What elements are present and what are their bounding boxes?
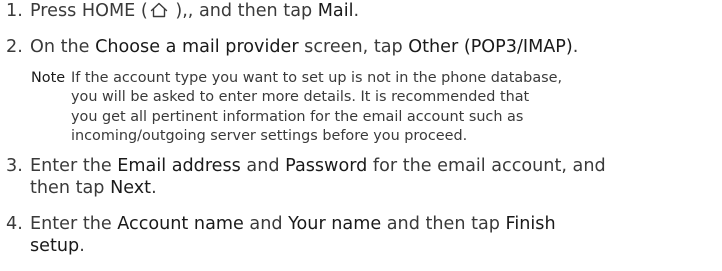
ui-term-account-name: Account name (117, 214, 244, 234)
step-text: for the email account, and (367, 156, 606, 176)
ui-term-setup: setup (30, 236, 80, 256)
step-number: 2. (6, 37, 23, 57)
step-number: 1. (6, 1, 23, 21)
step-text: . (79, 236, 85, 256)
ui-term-next: Next (110, 178, 152, 198)
ui-term-password: Password (285, 156, 368, 176)
step-text: Enter the (30, 214, 118, 234)
step-4: 4. Enter the Account name and Your name a… (6, 213, 716, 257)
step-3: 3. Enter the Email address and Password f… (6, 155, 716, 199)
step-text: and then tap (381, 214, 506, 234)
step-text: and (243, 214, 289, 234)
step-number: 4. (6, 214, 23, 234)
note-line: incoming/outgoing server settings before… (71, 128, 468, 145)
ui-term-choose-provider: Choose a mail provider (95, 37, 299, 57)
ui-term-your-name: Your name (288, 214, 382, 234)
note-line: you get all pertinent information for th… (71, 108, 524, 125)
step-continuation: then tap Next. (6, 177, 716, 199)
note-line: If the account type you want to set up i… (71, 70, 563, 86)
note-line: you will be asked to enter more details.… (71, 89, 530, 106)
instructions-document: 1. Press HOME ( ),, and then tap Mail. 2.… (0, 0, 722, 271)
step-text: screen, tap (298, 37, 409, 57)
step-text: On the (30, 37, 96, 57)
step-text: , and then tap (187, 1, 318, 21)
step-text: then tap (30, 178, 111, 198)
step-continuation: setup. (6, 235, 716, 257)
step-1: 1. Press HOME ( ),, and then tap Mail. (6, 0, 716, 22)
ui-term-other-pop3-imap: Other (POP3/IMAP) (408, 37, 573, 57)
step-text: Enter the (30, 156, 118, 176)
ui-term-email-address: Email address (117, 156, 241, 176)
ui-term-mail: Mail (317, 1, 354, 21)
step-text: . (572, 37, 579, 57)
ui-term-finish: Finish (505, 214, 556, 234)
home-icon (150, 2, 168, 18)
step-text: Press HOME ( (30, 1, 148, 21)
step-text: . (151, 178, 157, 198)
step-number: 3. (6, 156, 23, 176)
note-label: Note (31, 70, 66, 86)
step-text: and (240, 156, 286, 176)
step-text: . (353, 1, 360, 21)
note-block: Note If the account type you want to set … (31, 69, 716, 147)
step-2: 2. On the Choose a mail provider screen, … (6, 36, 716, 58)
step-text: ), (169, 1, 188, 21)
